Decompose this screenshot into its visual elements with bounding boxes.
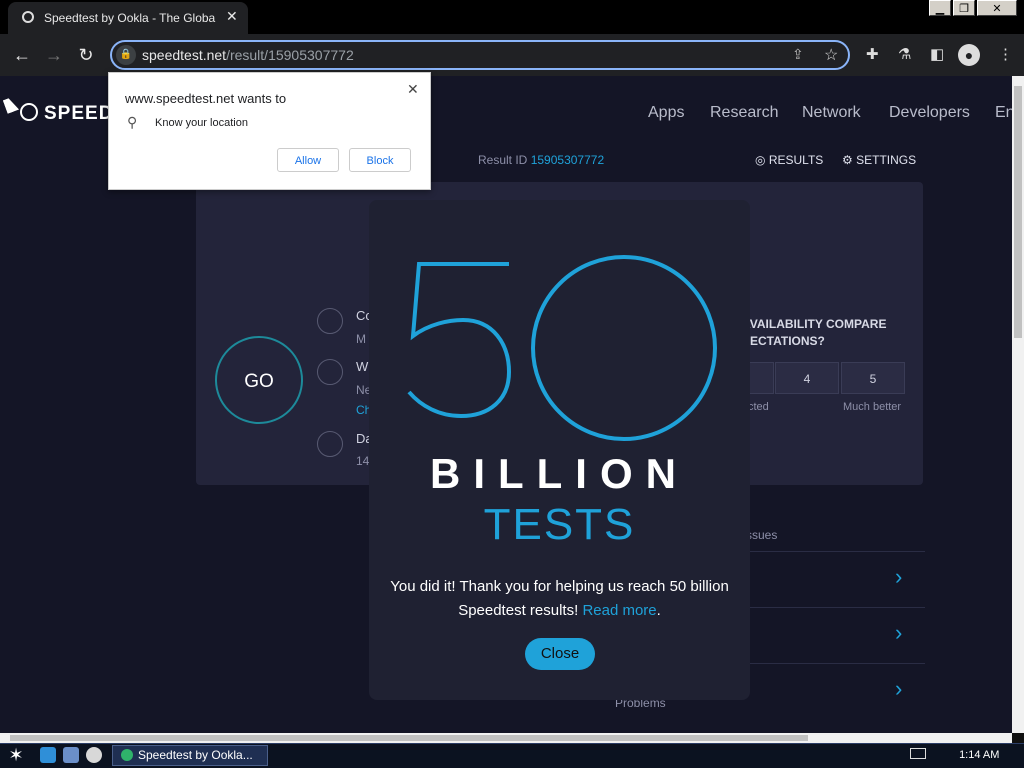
nav-apps[interactable]: Apps xyxy=(648,104,684,122)
bookmark-star-icon[interactable]: ☆ xyxy=(824,45,838,65)
go-button[interactable]: GO xyxy=(215,336,303,424)
browser-tab[interactable]: Speedtest by Ookla - The Global Broadban… xyxy=(8,2,248,34)
menu-kebab-icon[interactable]: ⋮ xyxy=(998,45,1013,63)
user-icon xyxy=(317,431,343,457)
vertical-scrollbar-thumb[interactable] xyxy=(1014,86,1022,338)
side-panel-icon[interactable]: ◧ xyxy=(930,45,944,63)
check-circle-icon: ◎ xyxy=(755,153,766,167)
rating-caption-right: Much better xyxy=(843,401,902,413)
milestone-modal: BILLION TESTS You did it! Thank you for … xyxy=(369,200,750,700)
result-id: Result ID 15905307772 xyxy=(478,153,605,167)
chevron-right-icon[interactable]: › xyxy=(895,620,902,646)
gear-icon: ⚙ xyxy=(842,153,853,167)
url-text: speedtest.net/result/15905307772 xyxy=(142,47,354,63)
rating-option-4[interactable]: 4 xyxy=(775,362,839,394)
location-permission-prompt: www.speedtest.net wants to ✕ ⚲ Know your… xyxy=(108,72,431,190)
close-icon[interactable]: ✕ xyxy=(407,81,419,98)
results-link[interactable]: ◎ RESULTS xyxy=(755,153,823,167)
chevron-right-icon[interactable]: › xyxy=(895,564,902,590)
taskbar-item[interactable]: Speedtest by Ookla... xyxy=(112,745,268,766)
nav-research[interactable]: Research xyxy=(710,104,778,122)
rating-question: AVAILABILITY COMPARE PECTATIONS? xyxy=(742,317,887,348)
globe-icon xyxy=(317,359,343,385)
fifty-digit-zero xyxy=(531,255,717,441)
start-button[interactable]: ✶ xyxy=(4,745,28,765)
chrome-quicklaunch-icon[interactable] xyxy=(86,747,102,763)
block-button[interactable]: Block xyxy=(349,148,411,172)
window-minimize-button[interactable]: ▁ xyxy=(929,0,951,16)
share-icon[interactable]: ⇪ xyxy=(792,46,804,63)
nav-language[interactable]: En xyxy=(995,104,1012,122)
bg-row-label: W xyxy=(356,359,369,374)
url-host: speedtest.net xyxy=(142,47,227,63)
keyboard-icon[interactable] xyxy=(910,748,926,759)
forward-button[interactable]: → xyxy=(42,44,66,66)
result-id-link[interactable]: 15905307772 xyxy=(531,153,604,167)
permission-item: Know your location xyxy=(155,117,248,129)
labs-flask-icon[interactable]: ⚗ xyxy=(898,45,911,63)
tab-title: Speedtest by Ookla - The Global Broadban… xyxy=(44,11,216,25)
fifty-digit-five xyxy=(407,262,512,419)
rating-caption-left: cted xyxy=(748,401,769,413)
tests-heading: TESTS xyxy=(483,500,636,549)
url-path: /result/15905307772 xyxy=(226,47,354,63)
extensions-icon[interactable]: ✚ xyxy=(866,45,879,63)
connections-icon xyxy=(317,308,343,334)
lock-icon[interactable]: 🔒 xyxy=(116,45,136,65)
modal-message: You did it! Thank you for helping us rea… xyxy=(390,578,729,619)
read-more-link[interactable]: Read more xyxy=(582,602,656,619)
issues-label: ssues xyxy=(746,528,778,542)
nav-network[interactable]: Network xyxy=(802,104,861,122)
modal-close-button[interactable]: Close xyxy=(525,638,595,670)
profile-avatar-icon[interactable]: ● xyxy=(958,44,980,66)
bg-row-value: 14 xyxy=(356,454,370,468)
desktop-quicklaunch-icon[interactable] xyxy=(63,747,79,763)
reload-button[interactable]: ↻ xyxy=(74,44,98,66)
nav-developers[interactable]: Developers xyxy=(889,104,970,122)
back-button[interactable]: ← xyxy=(10,44,34,66)
billion-heading: BILLION xyxy=(430,450,689,497)
window-restore-button[interactable]: ❐ xyxy=(953,0,975,16)
speedtest-favicon-icon xyxy=(121,749,133,761)
bg-row-value: M xyxy=(356,332,366,346)
window-close-button[interactable]: ✕ xyxy=(977,0,1017,16)
permission-heading: www.speedtest.net wants to xyxy=(125,91,287,106)
address-bar[interactable]: 🔒 speedtest.net/result/15905307772 ⇪ ☆ xyxy=(110,40,850,70)
chevron-right-icon[interactable]: › xyxy=(895,676,902,702)
allow-button[interactable]: Allow xyxy=(277,148,339,172)
speedtest-favicon-icon xyxy=(22,11,34,23)
system-tray: 1:14 AM xyxy=(910,745,1020,766)
browser-quicklaunch-icon[interactable] xyxy=(40,747,56,763)
clock[interactable]: 1:14 AM xyxy=(959,749,999,761)
tab-close-icon[interactable]: ✕ xyxy=(226,8,238,25)
horizontal-scrollbar-thumb[interactable] xyxy=(10,735,808,741)
location-pin-icon: ⚲ xyxy=(127,114,138,130)
settings-link[interactable]: ⚙ SETTINGS xyxy=(842,153,916,167)
rating-option-5[interactable]: 5 xyxy=(841,362,905,394)
